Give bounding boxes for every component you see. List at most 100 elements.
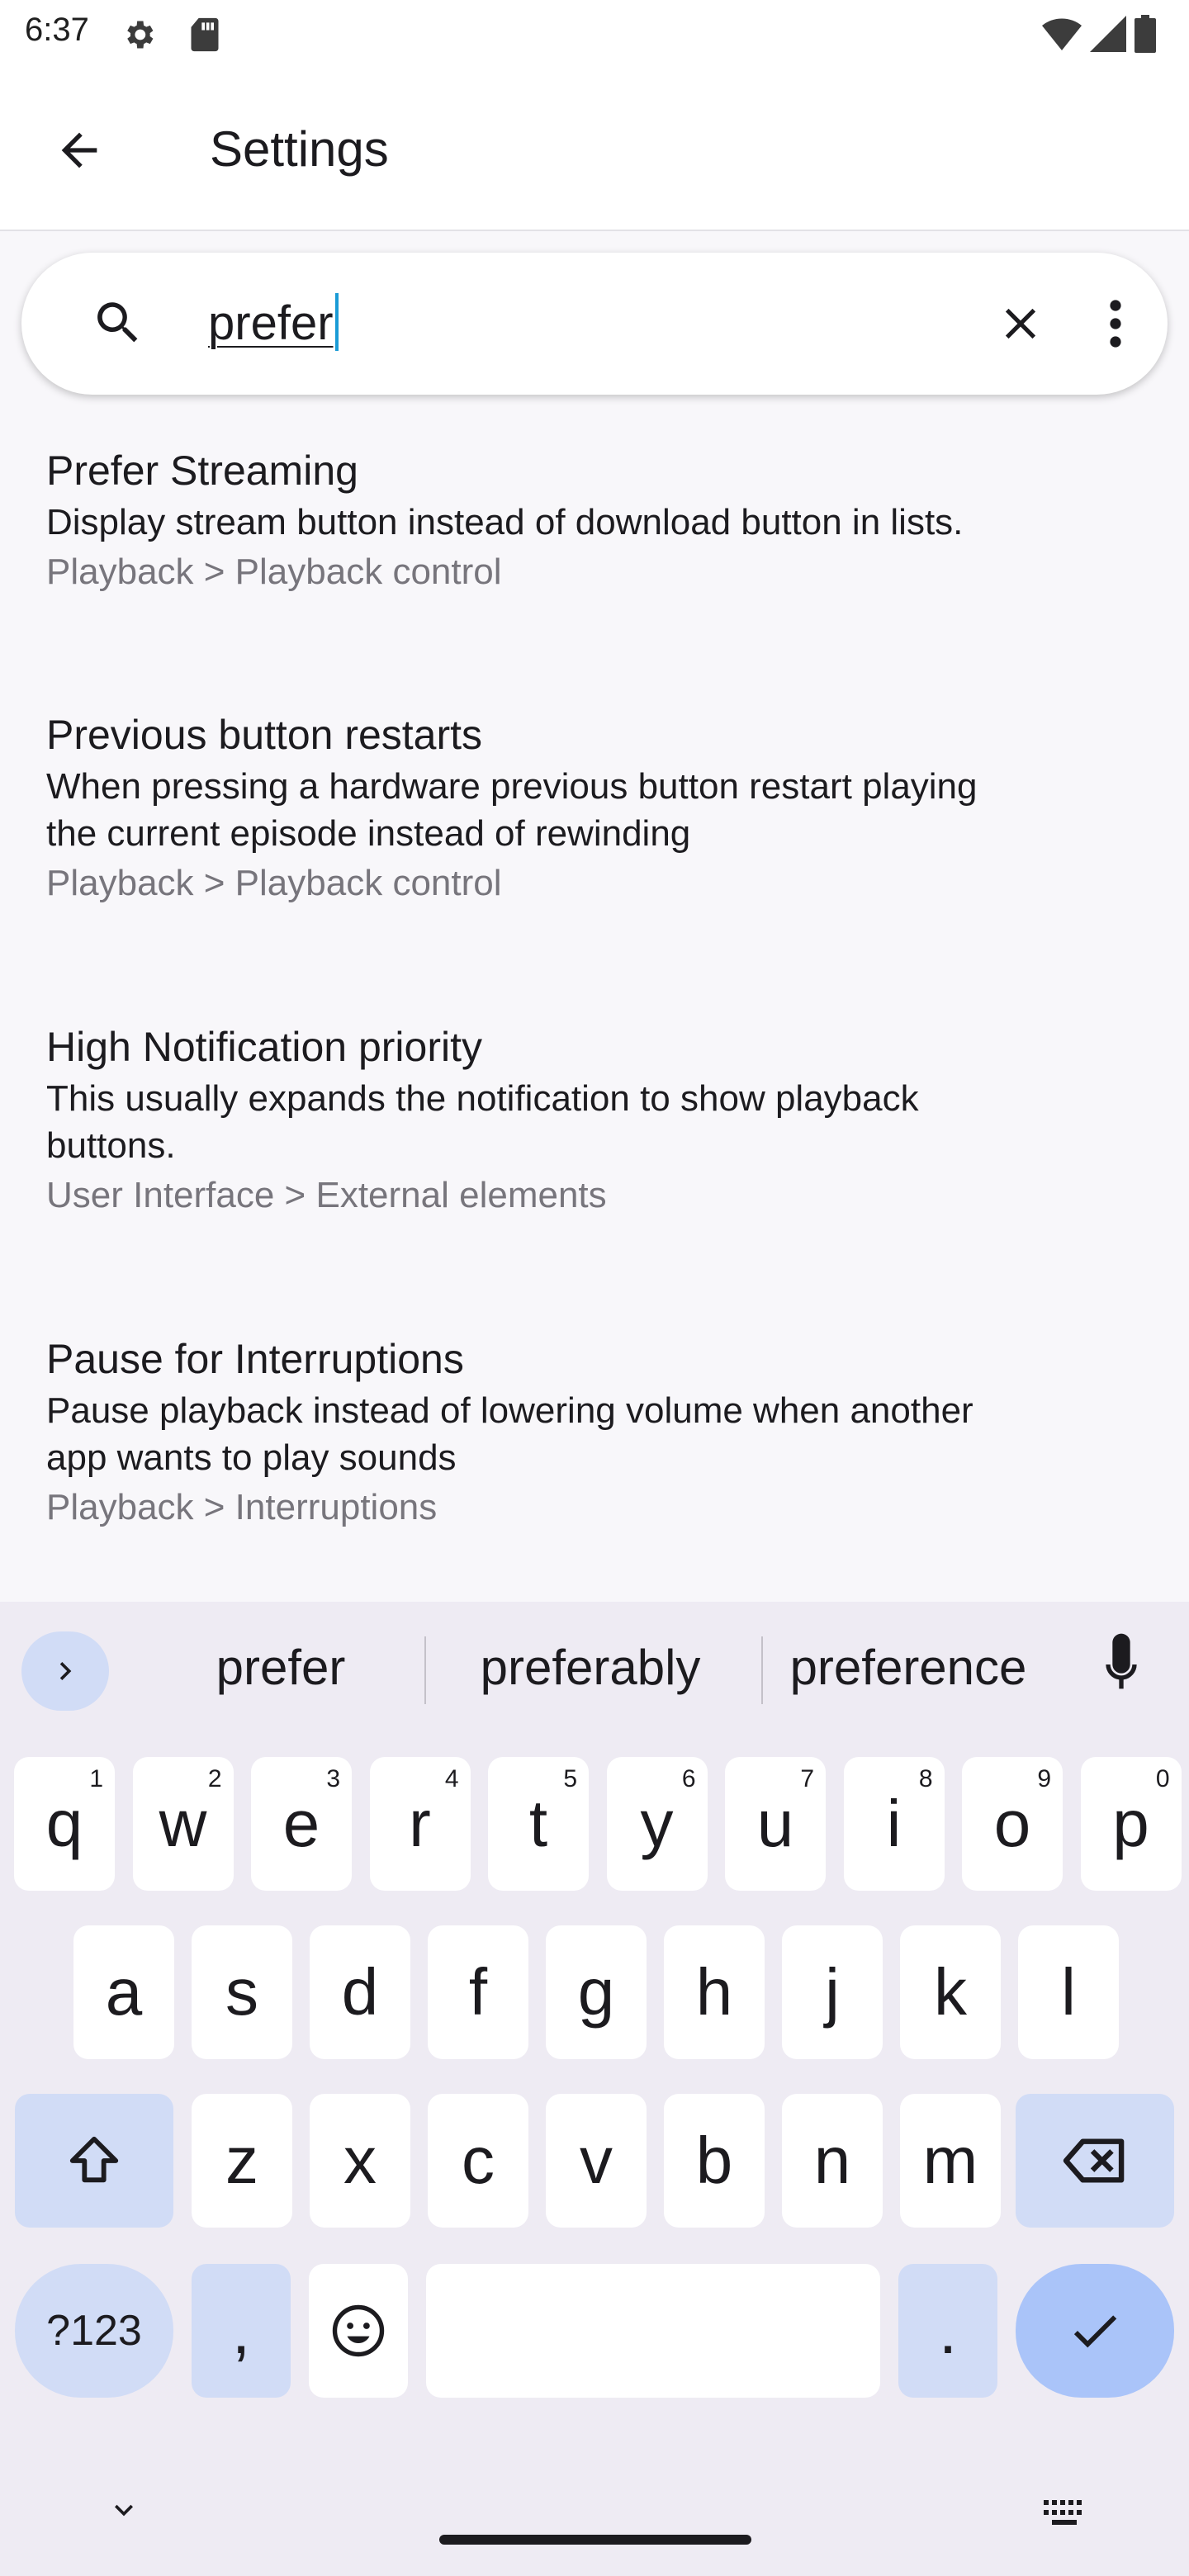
result-summary: When pressing a hardware previous button… — [46, 763, 1153, 857]
result-path: Playback > Playback control — [46, 552, 502, 592]
key-z[interactable]: z — [192, 2094, 292, 2228]
key-hint: 4 — [444, 1765, 459, 1792]
key-label: t — [528, 1787, 548, 1860]
suggestion-divider — [424, 1636, 426, 1704]
key-k[interactable]: k — [900, 1925, 1001, 2059]
key-x[interactable]: x — [310, 2094, 410, 2228]
suggestion-3[interactable]: preference — [768, 1635, 1049, 1701]
navigation-bar — [0, 2477, 1189, 2576]
key-hint: 8 — [918, 1765, 933, 1792]
symbols-key[interactable]: ?123 — [15, 2264, 173, 2398]
wifi-icon — [1042, 16, 1082, 56]
result-item[interactable]: Pause for Interruptions Pause playback i… — [46, 1333, 1153, 1534]
close-icon — [1005, 308, 1036, 339]
period-key[interactable]: . — [898, 2264, 997, 2398]
emoji-icon — [332, 2304, 385, 2357]
key-u[interactable]: u7 — [725, 1757, 826, 1891]
key-hint: 7 — [800, 1765, 814, 1792]
key-label: i — [886, 1787, 902, 1860]
result-item[interactable]: Prefer Streaming Display stream button i… — [46, 444, 1153, 599]
back-button[interactable] — [40, 111, 119, 190]
status-time: 6:37 — [25, 12, 89, 48]
suggestion-1[interactable]: prefer — [149, 1635, 413, 1701]
comma-key[interactable]: , — [192, 2264, 291, 2398]
key-i[interactable]: i8 — [843, 1757, 945, 1891]
result-summary: This usually expands the notification to… — [46, 1075, 1153, 1169]
key-hint: 1 — [89, 1765, 103, 1792]
key-o[interactable]: o9 — [962, 1757, 1063, 1891]
key-a[interactable]: a — [73, 1925, 174, 2059]
key-m[interactable]: m — [900, 2094, 1001, 2228]
search-query: prefer — [208, 296, 334, 350]
result-path: Playback > Interruptions — [46, 1487, 438, 1527]
gear-icon — [121, 17, 157, 57]
key-label: u — [756, 1787, 794, 1860]
battery-icon — [1135, 15, 1156, 57]
key-j[interactable]: j — [782, 1925, 883, 2059]
clear-search-button[interactable] — [988, 291, 1054, 357]
text-cursor — [334, 292, 339, 351]
key-hint: 5 — [563, 1765, 577, 1792]
chevron-down-icon[interactable] — [106, 2492, 142, 2532]
key-f[interactable]: f — [428, 1925, 528, 2059]
shift-icon — [69, 2136, 119, 2183]
summary-line: buttons. — [46, 1125, 176, 1166]
key-h[interactable]: h — [664, 1925, 765, 2059]
key-n[interactable]: n — [782, 2094, 883, 2228]
key-q[interactable]: q1 — [14, 1757, 115, 1891]
more-options-button[interactable] — [1087, 291, 1144, 357]
result-title: High Notification priority — [46, 1024, 482, 1070]
backspace-icon — [1063, 2138, 1125, 2183]
key-label: p — [1112, 1787, 1149, 1860]
key-r[interactable]: r4 — [369, 1757, 471, 1891]
result-title: Pause for Interruptions — [46, 1336, 464, 1382]
page-title: Settings — [210, 121, 389, 177]
key-w[interactable]: w2 — [132, 1757, 234, 1891]
key-s[interactable]: s — [192, 1925, 292, 2059]
result-summary: Pause playback instead of lowering volum… — [46, 1387, 1153, 1481]
result-item[interactable]: High Notification priority This usually … — [46, 1020, 1153, 1222]
key-label: q — [45, 1787, 83, 1860]
backspace-key[interactable] — [1016, 2094, 1174, 2228]
result-title: Previous button restarts — [46, 712, 483, 758]
key-c[interactable]: c — [428, 2094, 528, 2228]
key-label: w — [159, 1787, 207, 1860]
result-title: Prefer Streaming — [46, 447, 358, 494]
summary-line: Pause playback instead of lowering volum… — [46, 1390, 973, 1431]
result-path: Playback > Playback control — [46, 863, 502, 903]
result-summary: Display stream button instead of downloa… — [46, 499, 1153, 546]
key-hint: 3 — [326, 1765, 340, 1792]
summary-line: This usually expands the notification to… — [46, 1078, 919, 1119]
key-t[interactable]: t5 — [488, 1757, 589, 1891]
key-v[interactable]: v — [546, 2094, 647, 2228]
key-b[interactable]: b — [664, 2094, 765, 2228]
key-hint: 9 — [1037, 1765, 1051, 1792]
search-icon[interactable] — [91, 296, 145, 354]
shift-key[interactable] — [15, 2094, 173, 2228]
key-hint: 0 — [1155, 1765, 1170, 1792]
expand-toolbar-button[interactable] — [21, 1631, 109, 1711]
summary-line: the current episode instead of rewinding — [46, 813, 691, 854]
keyboard-switch-icon[interactable] — [1042, 2497, 1088, 2534]
sd-card-icon — [188, 17, 221, 57]
suggestion-divider — [761, 1636, 763, 1704]
result-item[interactable]: Previous button restarts When pressing a… — [46, 708, 1153, 910]
key-d[interactable]: d — [310, 1925, 410, 2059]
summary-line: When pressing a hardware previous button… — [46, 766, 978, 807]
soft-keyboard: prefer preferably preference q1w2e3r4t5y… — [0, 1602, 1189, 2576]
key-y[interactable]: y6 — [606, 1757, 708, 1891]
key-l[interactable]: l — [1018, 1925, 1119, 2059]
key-label: y — [640, 1787, 674, 1860]
suggestion-2[interactable]: preferably — [438, 1635, 743, 1701]
key-g[interactable]: g — [546, 1925, 647, 2059]
key-e[interactable]: e3 — [251, 1757, 352, 1891]
enter-key[interactable] — [1016, 2264, 1174, 2398]
key-hint: 2 — [207, 1765, 222, 1792]
home-handle[interactable] — [439, 2535, 751, 2545]
microphone-icon[interactable] — [1095, 1631, 1148, 1702]
emoji-key[interactable] — [309, 2264, 408, 2398]
chevron-right-icon — [59, 1662, 72, 1680]
spacebar-key[interactable] — [426, 2264, 880, 2398]
key-p[interactable]: p0 — [1080, 1757, 1182, 1891]
search-input[interactable]: prefer — [208, 282, 951, 365]
